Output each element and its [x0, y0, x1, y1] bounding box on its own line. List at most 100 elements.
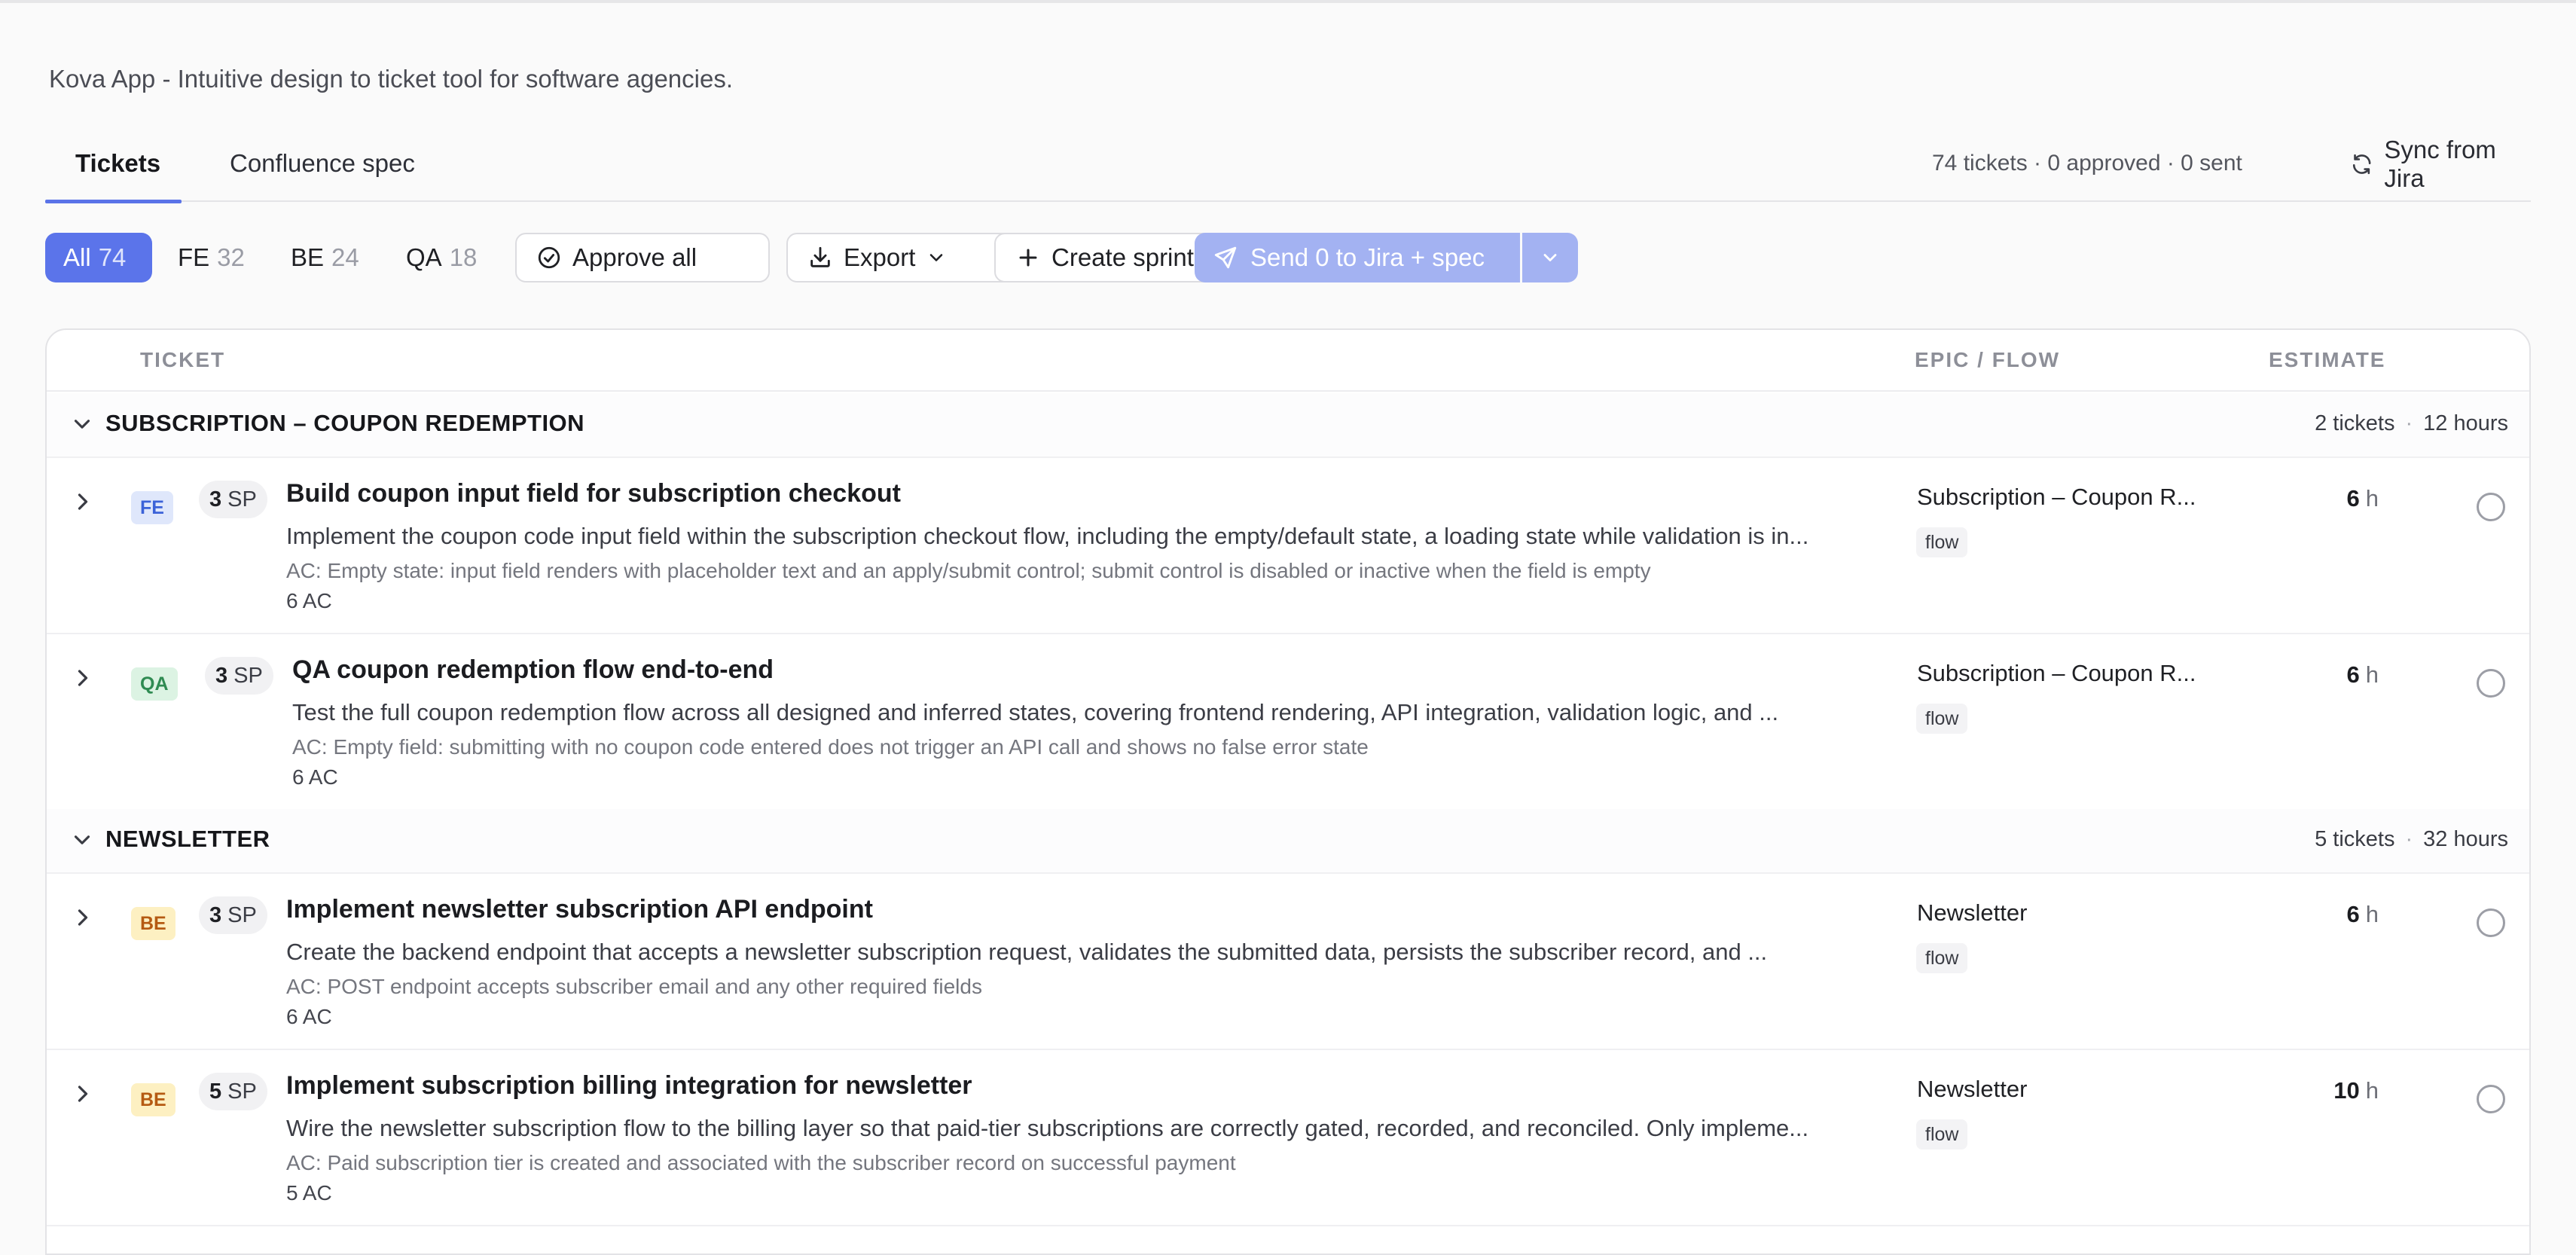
table-header: TICKET EPIC / FLOW ESTIMATE [47, 330, 2529, 392]
send-icon [1214, 246, 1237, 269]
epic-name: Newsletter [1917, 899, 2028, 926]
acceptance-criteria: AC: POST endpoint accepts subscriber ema… [286, 975, 982, 998]
ac-count: 6 AC [286, 1005, 332, 1028]
story-points: 3 SP [205, 657, 273, 695]
table-row[interactable]: BE 3 SP Implement newsletter subscription… [47, 874, 2529, 1050]
epic-name: Subscription – Coupon R... [1917, 660, 2196, 686]
tab-confluence-spec[interactable]: Confluence spec [230, 149, 415, 202]
ticket-title[interactable]: Build coupon input field for subscriptio… [286, 479, 901, 508]
type-badge: BE [131, 907, 175, 940]
acceptance-criteria: AC: Paid subscription tier is created an… [286, 1151, 1236, 1174]
approve-radio[interactable] [2477, 669, 2505, 698]
filter-fe[interactable]: FE 32 [160, 233, 263, 282]
chevron-right-icon[interactable] [69, 488, 96, 515]
toolbar: All 74 FE 32 BE 24 QA 18 Approve all Exp… [45, 231, 1589, 284]
type-badge: FE [131, 491, 173, 524]
download-icon [810, 246, 830, 267]
sync-label: Sync from Jira [2384, 136, 2496, 192]
tab-bar: Tickets Confluence spec 74 tickets · 0 a… [44, 136, 2531, 203]
column-header-ticket: TICKET [140, 348, 226, 371]
estimate-value: 6 [2346, 485, 2360, 511]
estimate: 6h [2347, 901, 2379, 928]
sync-from-jira-button[interactable]: Sync from Jira [2350, 136, 2531, 192]
story-points: 3 SP [199, 481, 267, 518]
story-points-unit: SP [227, 1079, 257, 1104]
group-ticket-count: 5 tickets [2315, 827, 2395, 851]
filter-be[interactable]: BE 24 [273, 233, 377, 282]
send-options-dropdown[interactable] [1522, 233, 1578, 282]
acceptance-criteria: AC: Empty state: input field renders wit… [286, 559, 1651, 582]
table-row[interactable]: BE 5 SP Implement subscription billing in… [47, 1050, 2529, 1226]
estimate-unit: h [2365, 661, 2379, 688]
filter-qa-count: 18 [449, 243, 478, 271]
group-hours: 12 hours [2423, 411, 2508, 435]
estimate-unit: h [2365, 485, 2379, 511]
export-label: Export [844, 243, 916, 271]
ticket-description: Wire the newsletter subscription flow to… [286, 1115, 1809, 1141]
type-badge: QA [131, 667, 178, 701]
approve-radio[interactable] [2477, 493, 2505, 521]
group-summary: 2 tickets · 12 hours [2315, 411, 2508, 435]
estimate: 10 h [2333, 1077, 2379, 1104]
story-points-unit: SP [227, 902, 257, 927]
ticket-title[interactable]: Implement subscription billing integrati… [286, 1071, 972, 1101]
estimate-value: 6 [2346, 901, 2360, 927]
chevron-right-icon[interactable] [69, 664, 96, 692]
export-button[interactable]: Export [786, 233, 1024, 282]
send-label: Send 0 to Jira + spec [1250, 243, 1485, 271]
filter-be-label: BE [291, 243, 325, 271]
send-to-jira-button[interactable]: Send 0 to Jira + spec [1195, 233, 1520, 282]
estimate: 6h [2347, 661, 2379, 689]
chevron-right-icon[interactable] [69, 904, 96, 931]
tab-tickets[interactable]: Tickets [44, 149, 182, 203]
estimate-value: 10 [2333, 1077, 2360, 1104]
group-name: SUBSCRIPTION – COUPON REDEMPTION [105, 410, 585, 436]
approve-all-label: Approve all [572, 243, 697, 271]
filter-qa[interactable]: QA 18 [388, 233, 495, 282]
filter-fe-count: 32 [217, 243, 245, 271]
story-points-value: 3 [209, 487, 222, 511]
estimate: 6h [2347, 485, 2379, 512]
estimate-value: 6 [2346, 661, 2360, 688]
plus-icon [1019, 249, 1037, 267]
story-points: 5 SP [199, 1073, 267, 1110]
ticket-description: Implement the coupon code input field wi… [286, 523, 1809, 549]
filter-all-label: All [63, 243, 91, 271]
story-points-value: 3 [209, 902, 222, 927]
ticket-stats: 74 tickets · 0 approved · 0 sent [1932, 151, 2242, 176]
approve-radio[interactable] [2477, 1085, 2505, 1113]
story-points-value: 3 [215, 663, 228, 688]
app-root: Kova App - Intuitive design to ticket to… [0, 0, 2576, 1255]
chevron-down-icon[interactable] [69, 411, 95, 437]
chevron-down-icon [930, 254, 943, 261]
refresh-icon [2352, 154, 2371, 175]
column-header-estimate: ESTIMATE [2269, 348, 2386, 371]
filter-fe-label: FE [178, 243, 210, 271]
estimate-unit: h [2365, 901, 2379, 927]
ticket-title[interactable]: Implement newsletter subscription API en… [286, 895, 873, 924]
ticket-description: Test the full coupon redemption flow acr… [292, 699, 1779, 725]
group-hours: 32 hours [2423, 827, 2508, 851]
approve-all-button[interactable]: Approve all [515, 233, 770, 282]
table-row[interactable]: QA 3 SP QA coupon redemption flow end-to-… [47, 634, 2529, 811]
group-summary: 5 tickets · 32 hours [2315, 827, 2508, 851]
estimate-unit: h [2365, 1077, 2379, 1104]
flow-tag: flow [1916, 943, 1968, 973]
story-points-value: 5 [209, 1079, 222, 1104]
filter-all[interactable]: All 74 [45, 233, 152, 282]
approve-radio[interactable] [2477, 908, 2505, 937]
chevron-right-icon[interactable] [69, 1080, 96, 1107]
create-sprint-label: Create sprint [1051, 243, 1194, 271]
chevron-down-icon[interactable] [69, 827, 95, 853]
group-header[interactable]: NEWSLETTER 5 tickets · 32 hours [47, 809, 2529, 874]
tickets-table: TICKET EPIC / FLOW ESTIMATE SUBSCRIPTION… [45, 328, 2531, 1255]
table-row[interactable]: FE 3 SP Build coupon input field for subs… [47, 458, 2529, 634]
project-subtitle: Kova App - Intuitive design to ticket to… [49, 65, 733, 93]
group-header[interactable]: SUBSCRIPTION – COUPON REDEMPTION 2 ticke… [47, 393, 2529, 458]
ac-count: 5 AC [286, 1181, 332, 1205]
group-ticket-count: 2 tickets [2315, 411, 2395, 435]
filter-qa-label: QA [406, 243, 442, 271]
ticket-title[interactable]: QA coupon redemption flow end-to-end [292, 655, 774, 685]
flow-tag: flow [1916, 527, 1968, 557]
check-circle-icon [538, 246, 560, 269]
